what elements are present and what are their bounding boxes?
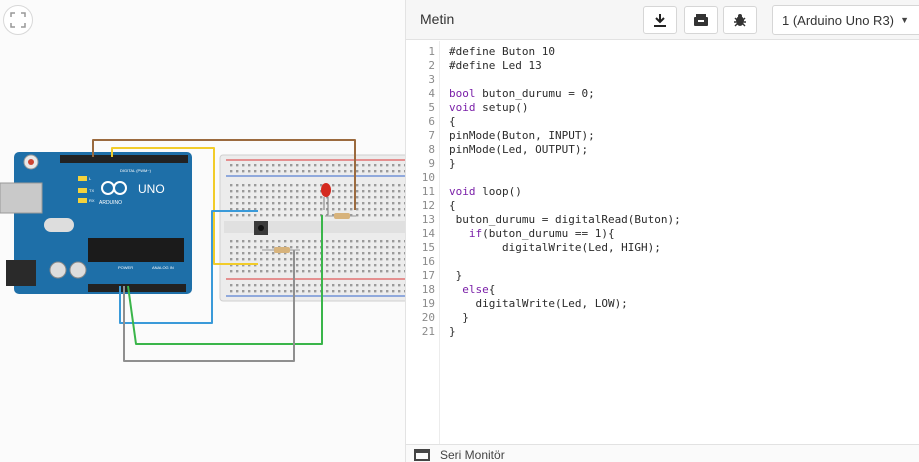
line-number: 7	[428, 129, 435, 142]
board-brand-label: ARDUINO	[99, 200, 122, 206]
line-number: 10	[421, 171, 435, 184]
fit-view-icon	[10, 12, 26, 28]
line-number: 19	[421, 297, 435, 310]
debugger-button[interactable]	[723, 6, 757, 34]
line-number: 2	[428, 59, 435, 72]
code-line[interactable]: }	[449, 325, 456, 338]
code-line[interactable]: pinMode(Led, OUTPUT);	[449, 143, 588, 156]
code-line[interactable]: }	[449, 311, 469, 324]
line-number: 21	[421, 325, 435, 338]
serial-monitor-bar[interactable]: Seri Monitör	[406, 444, 919, 462]
serial-monitor-icon	[414, 449, 430, 461]
line-number: 3	[428, 73, 435, 86]
line-number: 14	[421, 227, 435, 240]
code-line[interactable]: if(buton_durumu == 1){	[449, 227, 615, 240]
circuit-canvas[interactable]: UNO ARDUINO DIGITAL (PWM~) POWER ANALOG …	[0, 0, 405, 462]
line-number-gutter: 1 2 3 4 5 6 7 8 9 10 11 12 13 14 15 16 17 18 19 20 21	[406, 41, 440, 444]
code-line[interactable]: }	[449, 157, 456, 170]
line-number: 6	[428, 115, 435, 128]
line-number: 17	[421, 269, 435, 282]
code-line[interactable]: pinMode(Buton, INPUT);	[449, 129, 595, 142]
code-area[interactable]: 1 2 3 4 5 6 7 8 9 10 11 12 13 14 15 16 17 18 19 20 21 #defin…	[406, 41, 919, 444]
editor-toolbar: Metin 1 (Arduino Uno R3) ▼	[406, 0, 919, 40]
line-number: 11	[421, 185, 435, 198]
rx-label: RX	[89, 198, 95, 203]
power-header-label: POWER	[118, 265, 133, 270]
fit-view-button[interactable]	[3, 5, 33, 35]
board-model-label: UNO	[138, 182, 165, 196]
analog-header-label: ANALOG IN	[152, 265, 174, 270]
line-number: 8	[428, 143, 435, 156]
code-line[interactable]: }	[449, 269, 463, 282]
library-icon	[694, 14, 708, 26]
code-mode-label[interactable]: Metin	[420, 11, 454, 27]
code-line[interactable]: #define Led 13	[449, 59, 542, 72]
code-line[interactable]: void setup()	[449, 101, 528, 114]
code-line[interactable]: {	[449, 115, 456, 128]
chevron-down-icon: ▼	[900, 15, 909, 25]
library-button[interactable]	[684, 6, 718, 34]
arduino-board[interactable]: UNO ARDUINO DIGITAL (PWM~) POWER ANALOG …	[0, 152, 192, 294]
line-number: 12	[421, 199, 435, 212]
code-line[interactable]: {	[449, 199, 456, 212]
tx-label: TX	[89, 188, 94, 193]
code-line[interactable]: digitalWrite(Led, LOW);	[449, 297, 627, 310]
line-number: 4	[428, 87, 435, 100]
code-line[interactable]: buton_durumu = digitalRead(Buton);	[449, 213, 681, 226]
line-number: 9	[428, 157, 435, 170]
line-number: 1	[428, 45, 435, 58]
code-line[interactable]: #define Buton 10	[449, 45, 555, 58]
breadboard[interactable]	[219, 154, 405, 302]
code-line[interactable]: void loop()	[449, 185, 522, 198]
circuit-diagram[interactable]: UNO ARDUINO DIGITAL (PWM~) POWER ANALOG …	[0, 0, 405, 462]
code-editor-pane: Metin 1 (Arduino Uno R3) ▼ 12345 6 7 8 9…	[405, 0, 919, 462]
code-line[interactable]: bool buton_durumu = 0;	[449, 87, 595, 100]
digital-header-label: DIGITAL (PWM~)	[120, 168, 152, 173]
download-icon	[654, 14, 666, 27]
line-number: 16	[421, 255, 435, 268]
board-select-value: 1 (Arduino Uno R3)	[782, 13, 894, 28]
line-number: 18	[421, 283, 435, 296]
code-line[interactable]: else{	[449, 283, 495, 296]
board-select[interactable]: 1 (Arduino Uno R3) ▼	[772, 5, 919, 35]
serial-monitor-label: Seri Monitör	[440, 448, 505, 462]
line-number: 15	[421, 241, 435, 254]
push-button[interactable]	[254, 221, 268, 235]
download-button[interactable]	[643, 6, 677, 34]
bug-icon	[734, 14, 746, 27]
line-number: 5	[428, 101, 435, 114]
code-line[interactable]: digitalWrite(Led, HIGH);	[449, 241, 661, 254]
line-number: 13	[421, 213, 435, 226]
line-number: 20	[421, 311, 435, 324]
